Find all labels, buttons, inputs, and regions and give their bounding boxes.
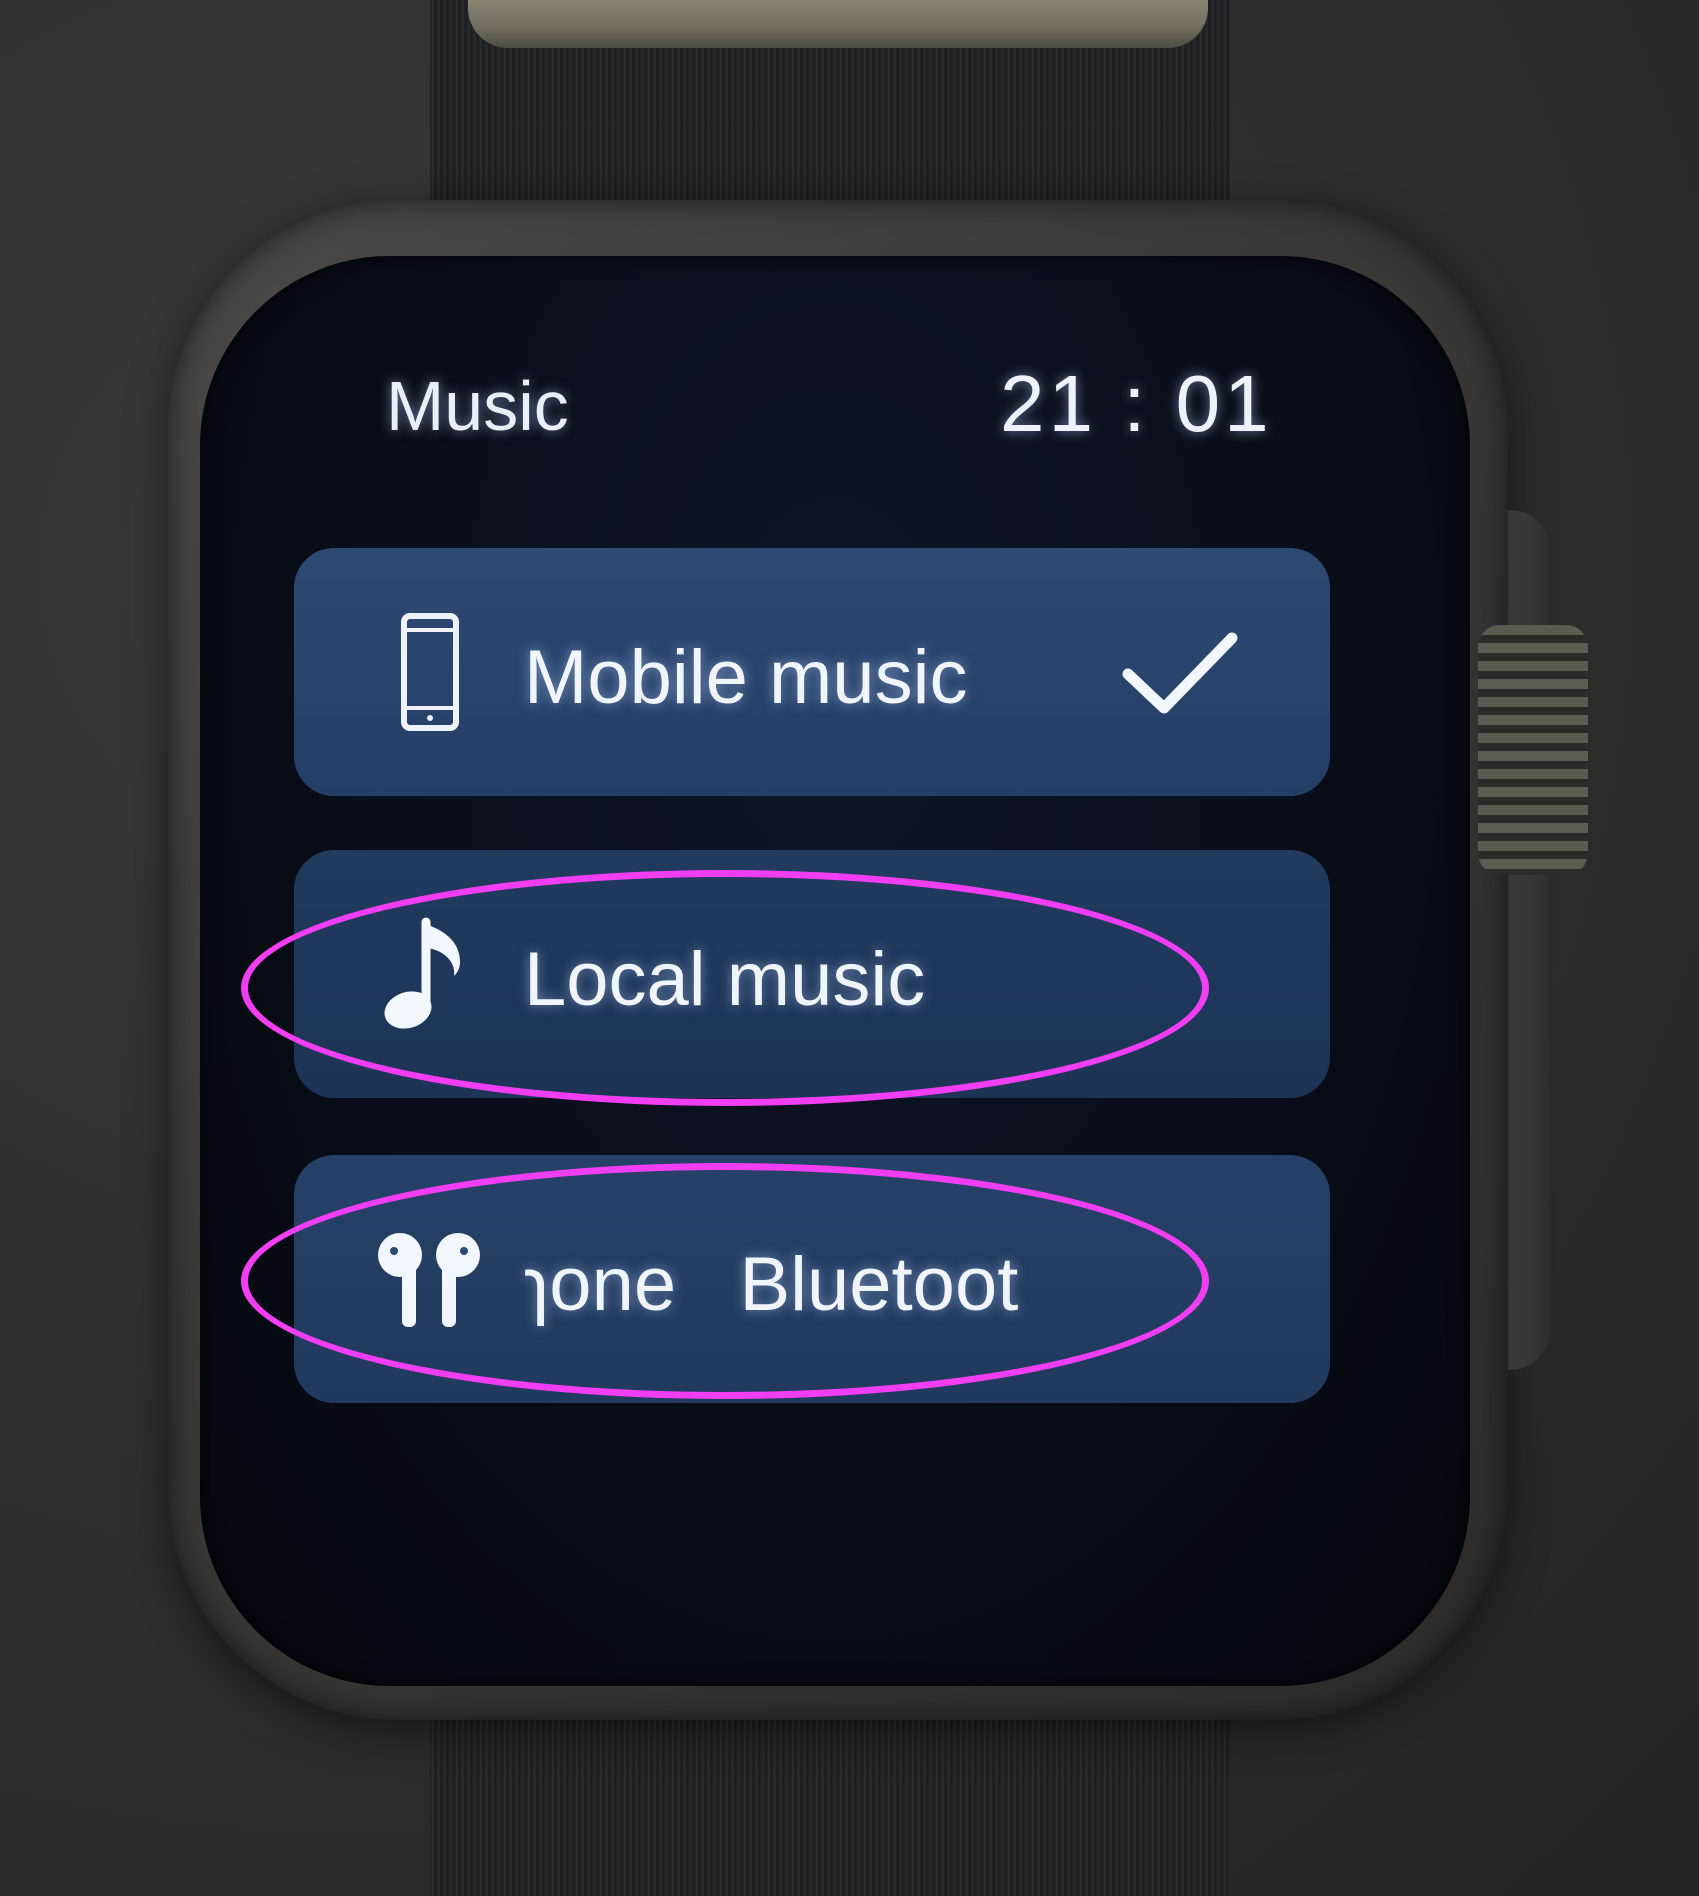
watch-band-clasp	[468, 0, 1208, 48]
menu-item-label: Mobile music	[524, 635, 968, 720]
clock-time: 21 : 01	[1000, 359, 1273, 448]
highlight-ellipse-local-music	[241, 870, 1209, 1106]
page-title: Music	[386, 367, 569, 445]
highlight-ellipse-phone-bluetooth	[241, 1163, 1209, 1399]
digital-crown[interactable]	[1478, 625, 1588, 875]
photo-scene: Music 21 : 01 Mobile music Local music ɿ…	[0, 0, 1699, 1896]
checkmark-icon	[1122, 632, 1238, 714]
phone-icon	[401, 613, 459, 731]
menu-item-mobile-music[interactable]: Mobile music	[294, 548, 1330, 796]
